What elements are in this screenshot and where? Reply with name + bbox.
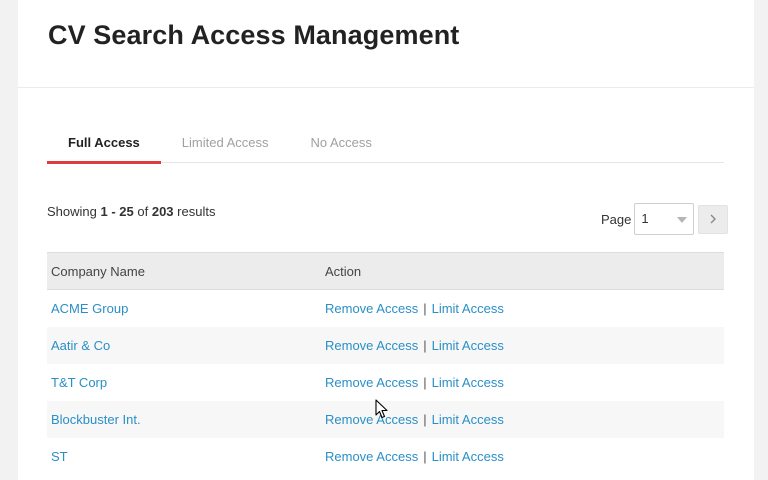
limit-access-link[interactable]: Limit Access <box>432 412 504 427</box>
company-link[interactable]: ST <box>51 449 68 464</box>
chevron-right-icon <box>710 214 717 224</box>
page-header: CV Search Access Management <box>18 0 754 88</box>
caret-down-icon <box>677 217 688 223</box>
limit-access-link[interactable]: Limit Access <box>432 301 504 316</box>
action-separator: | <box>423 412 427 427</box>
remove-access-link[interactable]: Remove Access <box>325 449 418 464</box>
column-action: Action <box>325 263 362 279</box>
results-prefix: Showing <box>47 204 97 219</box>
table-row: ACME Group Remove Access | Limit Access <box>47 290 724 327</box>
action-separator: | <box>423 301 427 316</box>
results-summary: Showing 1 - 25 of 203 results <box>47 204 215 219</box>
results-range: 1 - 25 <box>100 204 134 219</box>
limit-access-link[interactable]: Limit Access <box>432 338 504 353</box>
table-row: Aatir & Co Remove Access | Limit Access <box>47 327 724 364</box>
company-link[interactable]: Blockbuster Int. <box>51 412 141 427</box>
action-separator: | <box>423 338 427 353</box>
remove-access-link[interactable]: Remove Access <box>325 338 418 353</box>
page-select[interactable]: 1 <box>634 203 695 235</box>
company-link[interactable]: Aatir & Co <box>51 338 110 353</box>
table-body: ACME Group Remove Access | Limit Access Aa… <box>47 290 724 475</box>
results-of: of <box>137 204 149 219</box>
company-link[interactable]: T&T Corp <box>51 375 107 390</box>
results-total: 203 <box>151 204 174 219</box>
limit-access-link[interactable]: Limit Access <box>432 449 504 464</box>
limit-access-link[interactable]: Limit Access <box>432 375 504 390</box>
pagination: Page 1 <box>601 203 729 235</box>
column-company-name: Company Name <box>51 263 145 279</box>
results-suffix: results <box>177 204 216 219</box>
action-separator: | <box>423 375 427 390</box>
table-header: Company Name Action <box>47 252 724 290</box>
tab-full-access[interactable]: Full Access <box>47 130 161 164</box>
remove-access-link[interactable]: Remove Access <box>325 375 418 390</box>
tab-limited-access[interactable]: Limited Access <box>161 130 290 163</box>
page-select-value: 1 <box>641 211 649 226</box>
table-row: ST Remove Access | Limit Access <box>47 438 724 475</box>
next-page-button[interactable] <box>698 204 729 234</box>
table-row: T&T Corp Remove Access | Limit Access <box>47 364 724 401</box>
remove-access-link[interactable]: Remove Access <box>325 301 418 316</box>
remove-access-link[interactable]: Remove Access <box>325 412 418 427</box>
company-link[interactable]: ACME Group <box>51 301 128 316</box>
action-separator: | <box>423 449 427 464</box>
page-title: CV Search Access Management <box>48 20 460 50</box>
mouse-cursor-icon <box>375 399 388 419</box>
tab-no-access[interactable]: No Access <box>289 130 392 163</box>
page-label: Page <box>601 211 632 227</box>
company-table: Company Name Action ACME Group Remove Ac… <box>47 252 724 475</box>
access-tabs: Full Access Limited Access No Access <box>47 130 724 164</box>
